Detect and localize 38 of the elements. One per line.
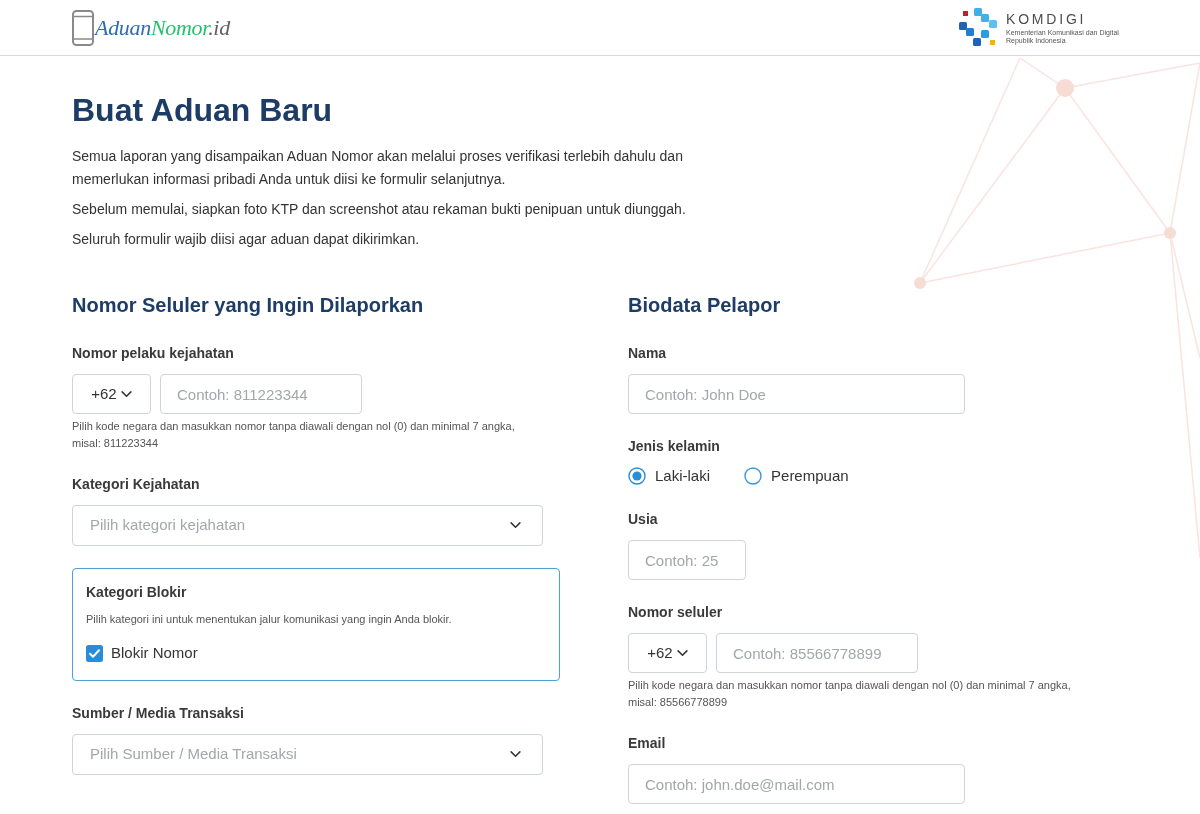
input-field[interactable]: Contoh: john.doe@mail.com	[628, 764, 965, 804]
phone-outline-icon	[72, 9, 94, 46]
input-field[interactable]: Contoh: 85566778899	[716, 633, 918, 673]
section-title: Nomor Seluler yang Ingin Dilaporkan	[72, 293, 424, 318]
radio-label: Laki-laki	[655, 466, 711, 486]
page-title: Buat Aduan Baru	[72, 91, 333, 130]
input-field[interactable]: Contoh: John Doe	[628, 374, 965, 414]
partner-logo-text: KOMDIGI	[1006, 10, 1087, 27]
field-label: Kategori Kejahatan	[72, 475, 200, 494]
intro-paragraph: Seluruh formulir wajib diisi agar aduan dapat dikirimkan.	[72, 230, 420, 249]
field-label: Email	[628, 734, 666, 753]
country-code-dropdown[interactable]: +62	[72, 374, 151, 414]
field-hint: Pilih kode negara dan masukkan nomor tanpa diawali dengan nol (0) dan minimal 7 angka, misal: 85566778899	[628, 678, 1072, 710]
radio-button[interactable]	[628, 467, 646, 485]
chevron-down-icon	[510, 751, 521, 758]
panel-title: Kategori Blokir	[86, 583, 187, 602]
field-label: Jenis kelamin	[628, 437, 720, 456]
radio-label: Perempuan	[771, 466, 849, 486]
chevron-down-icon	[120, 390, 132, 398]
chevron-down-icon	[510, 522, 521, 529]
chevron-down-icon	[676, 649, 688, 657]
panel-description: Pilih kategori ini untuk menentukan jalur komunikasi yang ingin Anda blokir.	[86, 612, 452, 627]
field-label: Sumber / Media Transaksi	[72, 704, 244, 723]
checkbox[interactable]	[86, 644, 103, 662]
input-field[interactable]: Contoh: 811223344	[160, 374, 362, 414]
country-code-dropdown[interactable]: +62	[628, 633, 707, 673]
radio-button[interactable]	[744, 467, 763, 485]
field-hint: Pilih kode negara dan masukkan nomor tanpa diawali dengan nol (0) dan minimal 7 angka, misal: 811223344	[72, 419, 516, 451]
field-label: Nomor pelaku kejahatan	[72, 344, 234, 363]
intro-paragraph: Semua laporan yang disampaikan Aduan Nomor akan melalui proses verifikasi terlebih dahulu dan memerlukan informasi pribadi Anda untuk diisi ke formulir selanjutnya.	[72, 147, 684, 189]
intro-paragraph: Sebelum memulai, siapkan foto KTP dan screenshot atau rekaman bukti penipuan untuk diunggah.	[72, 200, 686, 219]
input-field[interactable]: Contoh: 25	[628, 540, 746, 580]
site-logo-text: AduanNomor.id	[95, 14, 230, 41]
checkbox-label: Blokir Nomor	[111, 643, 198, 663]
field-label: Usia	[628, 510, 658, 529]
field-label: Nomor seluler	[628, 603, 723, 622]
field-label: Nama	[628, 344, 667, 363]
section-title: Biodata Pelapor	[628, 293, 781, 318]
